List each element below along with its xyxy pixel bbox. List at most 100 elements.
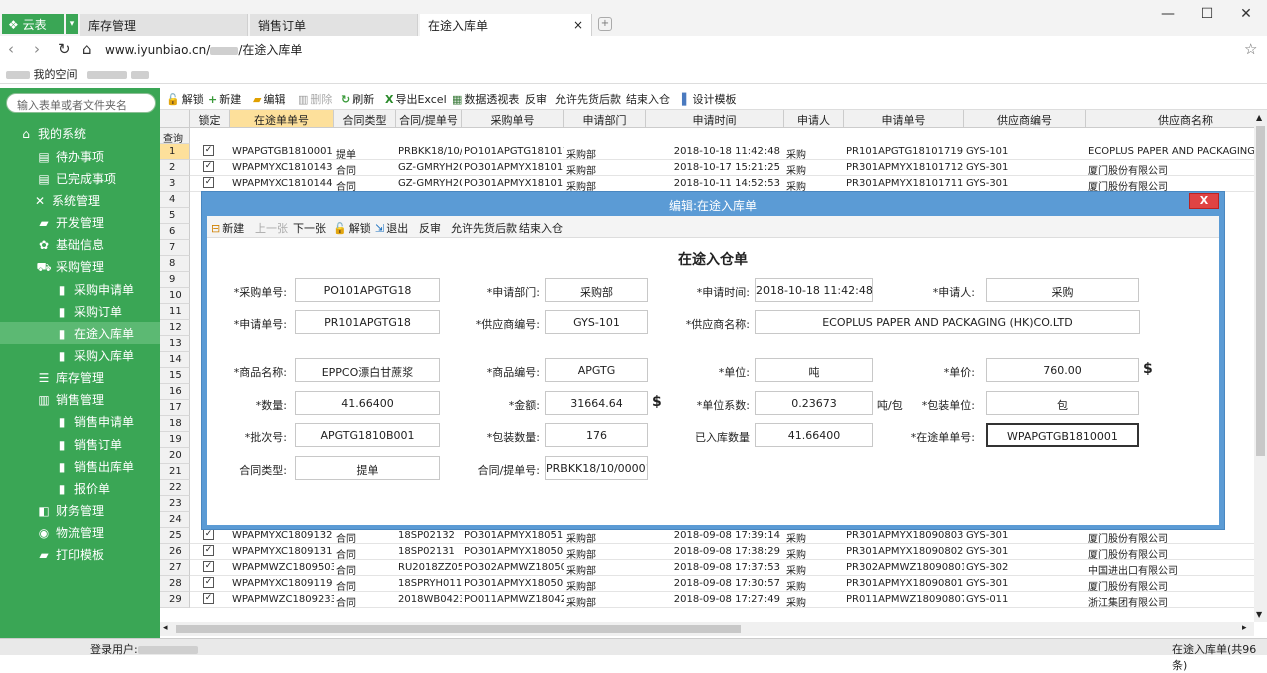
field-batch[interactable]: APGTG1810B001 <box>295 423 440 447</box>
column-header[interactable]: 供应商名称 <box>1086 110 1254 128</box>
toolbar-button-3[interactable]: ▥ 删除 <box>298 91 332 107</box>
toolbar-button-0[interactable]: 🔓 解锁 <box>166 91 204 107</box>
field-sup_no[interactable]: GYS-101 <box>545 310 648 334</box>
field-qty[interactable]: 41.66400 <box>295 391 440 415</box>
field-contract_type[interactable]: 提单 <box>295 456 440 480</box>
scroll-thumb[interactable] <box>1256 126 1265 456</box>
sidebar-item-8[interactable]: ▮ 采购订单 <box>0 300 160 322</box>
dialog-tool-1[interactable]: 上一张 <box>255 220 288 236</box>
toolbar-button-1[interactable]: + 新建 <box>208 91 241 107</box>
toolbar-button-7[interactable]: 反审 <box>525 91 547 107</box>
tab-sales-order[interactable]: 销售订单 <box>250 14 418 36</box>
maximize-button[interactable]: ☐ <box>1197 6 1217 22</box>
home-icon[interactable]: ⌂ <box>82 40 92 58</box>
scroll-thumb[interactable] <box>176 625 741 633</box>
lock-cell[interactable]: ✓ <box>190 576 230 592</box>
checkbox[interactable]: ✓ <box>203 161 214 172</box>
dialog-tool-7[interactable]: 结束入仓 <box>519 220 563 236</box>
search-input[interactable]: 输入表单或者文件夹名 <box>6 93 156 113</box>
lock-cell[interactable]: ✓ <box>190 160 230 176</box>
column-header[interactable]: 申请时间 <box>646 110 784 128</box>
new-tab-button[interactable]: + <box>598 17 612 31</box>
column-header[interactable]: 合同类型 <box>334 110 396 128</box>
sidebar-item-10[interactable]: ▮ 采购入库单 <box>0 344 160 366</box>
field-pack_unit[interactable]: 包 <box>986 391 1139 415</box>
dialog-tool-6[interactable]: 允许先货后款 <box>451 220 517 236</box>
tab-inventory[interactable]: 库存管理 <box>80 14 248 36</box>
field-dept[interactable]: 采购部 <box>545 278 648 302</box>
toolbar-button-4[interactable]: ↻ 刷新 <box>341 91 374 107</box>
table-row[interactable]: 28 ✓ WPAPMYXC1809119 合同 18SPRYH0119 PO301APMY… <box>160 576 1254 592</box>
sidebar-item-5[interactable]: ✿ 基础信息 <box>0 233 160 255</box>
sidebar-item-17[interactable]: ◧ 财务管理 <box>0 499 160 521</box>
toolbar-button-5[interactable]: X 导出Excel <box>385 91 447 107</box>
field-amount[interactable]: 31664.64 <box>545 391 648 415</box>
dialog-tool-3[interactable]: 🔓 解锁 <box>333 220 371 236</box>
sidebar-item-15[interactable]: ▮ 销售出库单 <box>0 455 160 477</box>
column-header[interactable]: 供应商编号 <box>964 110 1086 128</box>
window-close-button[interactable]: ✕ <box>1236 6 1256 22</box>
checkbox[interactable]: ✓ <box>203 593 214 604</box>
column-header[interactable]: 在途单单号 <box>230 110 334 128</box>
table-row[interactable]: 3 ✓ WPAPMYXC1810144合同GZ-GMRYH201PO301APMYX… <box>160 176 1254 192</box>
column-header[interactable]: 采购单号 <box>462 110 564 128</box>
table-row[interactable]: 27 ✓ WPAPMWZC1809503合同RU2018ZZ050PO302APMW… <box>160 560 1254 576</box>
lock-cell[interactable]: ✓ <box>190 592 230 608</box>
dialog-tool-4[interactable]: ⇲ 退出 <box>375 220 408 236</box>
checkbox[interactable]: ✓ <box>203 577 214 588</box>
sidebar-item-7[interactable]: ▮ 采购申请单 <box>0 278 160 300</box>
scroll-left-icon[interactable]: ◂ <box>163 623 168 633</box>
forward-icon[interactable]: › <box>34 40 40 58</box>
checkbox[interactable]: ✓ <box>203 177 214 188</box>
field-pack_qty[interactable]: 176 <box>545 423 648 447</box>
sidebar-item-16[interactable]: ▮ 报价单 <box>0 477 160 499</box>
toolbar-button-2[interactable]: ▰ 编辑 <box>253 91 285 107</box>
column-header[interactable]: 合同/提单号 <box>396 110 462 128</box>
lock-cell[interactable]: ✓ <box>190 176 230 192</box>
field-applicant[interactable]: 采购 <box>986 278 1139 302</box>
table-row[interactable]: 26 ✓ WPAPMYXC1809131 合同 18SP02131 PO301APMYX1… <box>160 544 1254 560</box>
chevron-down-icon[interactable]: ▾ <box>66 14 78 34</box>
table-row[interactable]: 29 ✓ WPAPMWZC1809233合同2018WB04233PO011APMW… <box>160 592 1254 608</box>
table-row[interactable]: 1 ✓ WPAPGTGB1810001提单PRBKK18/10/0PO101APGT… <box>160 144 1254 160</box>
scroll-up-icon[interactable]: ▲ <box>1256 113 1262 122</box>
sidebar-item-1[interactable]: ▤ 待办事项 <box>0 145 160 167</box>
sidebar-item-13[interactable]: ▮ 销售申请单 <box>0 410 160 432</box>
field-price[interactable]: 760.00 <box>986 358 1139 382</box>
sidebar-item-11[interactable]: ☰ 库存管理 <box>0 366 160 388</box>
sidebar-item-0[interactable]: ⌂ 我的系统 <box>0 122 160 144</box>
toolbar-button-10[interactable]: ▌ 设计模板 <box>682 91 736 107</box>
dialog-close-button[interactable]: X <box>1189 193 1219 209</box>
checkbox[interactable]: ✓ <box>203 561 214 572</box>
field-contract_no[interactable]: PRBKK18/10/00001 <box>545 456 648 480</box>
sidebar-item-18[interactable]: ◉ 物流管理 <box>0 521 160 543</box>
bookmark-my-space[interactable]: 我的空间 <box>6 66 149 82</box>
close-icon[interactable]: × <box>573 18 583 32</box>
checkbox[interactable]: ✓ <box>203 529 214 540</box>
sidebar-item-4[interactable]: ▰ 开发管理 <box>0 211 160 233</box>
toolbar-button-8[interactable]: 允许先货后款 <box>555 91 621 107</box>
lock-cell[interactable]: ✓ <box>190 144 230 160</box>
app-logo[interactable]: ❖ 云表 <box>2 14 64 34</box>
sidebar-item-2[interactable]: ▤ 已完成事项 <box>0 167 160 189</box>
field-goods_name[interactable]: EPPCO漂白甘蔗浆 <box>295 358 440 382</box>
lock-cell[interactable]: ✓ <box>190 528 230 544</box>
sidebar-item-9[interactable]: ▮ 在途入库单 <box>0 322 160 344</box>
back-icon[interactable]: ‹ <box>8 40 14 58</box>
sidebar-item-12[interactable]: ▥ 销售管理 <box>0 388 160 410</box>
minimize-button[interactable]: — <box>1158 6 1178 22</box>
scroll-down-icon[interactable]: ▼ <box>1256 610 1262 619</box>
field-po_no[interactable]: PO101APGTG18 <box>295 278 440 302</box>
field-sup_name[interactable]: ECOPLUS PAPER AND PACKAGING (HK)CO.LTD <box>755 310 1140 334</box>
star-icon[interactable]: ☆ <box>1244 40 1257 58</box>
checkbox[interactable]: ✓ <box>203 145 214 156</box>
field-goods_no[interactable]: APGTG <box>545 358 648 382</box>
reload-icon[interactable]: ↻ <box>58 40 71 58</box>
tab-transit-inbound[interactable]: 在途入库单 × <box>420 14 592 36</box>
lock-cell[interactable]: ✓ <box>190 560 230 576</box>
column-header[interactable]: 申请单号 <box>844 110 964 128</box>
scroll-right-icon[interactable]: ▸ <box>1242 623 1247 633</box>
table-row[interactable]: 25 ✓ WPAPMYXC1809132 合同 18SP02132 PO301APMYX1… <box>160 528 1254 544</box>
column-header[interactable]: 申请人 <box>784 110 844 128</box>
toolbar-button-6[interactable]: ▦ 数据透视表 <box>452 91 519 107</box>
